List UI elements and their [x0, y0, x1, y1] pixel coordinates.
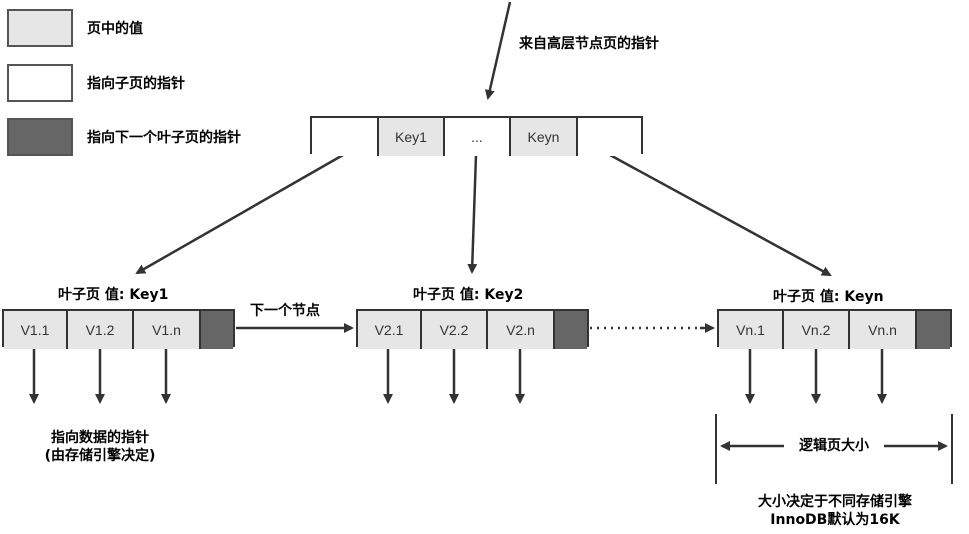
btree-diagram: 页中的值 指向子页的指针 指向下一个叶子页的指针 来自高层节点页的指针 Key1…: [0, 0, 969, 534]
root-node: Key1 ... Keyn: [310, 116, 643, 156]
leaf2-value: V2.n: [488, 311, 555, 349]
leafn-next-pointer: [917, 311, 950, 349]
root-to-leaf2-arrow: [467, 154, 478, 274]
data-pointer-label: 指向数据的指针: [51, 430, 149, 446]
leaf2-next-pointer: [555, 311, 587, 349]
leaf2-title: 叶子页 值: Key2: [413, 287, 524, 303]
page-size-note: 大小决定于不同存储引擎: [758, 494, 912, 510]
leaf1-next-pointer: [201, 311, 233, 349]
incoming-pointer-label: 来自高层节点页的指针: [519, 36, 659, 52]
root-to-leaf1-arrow: [135, 153, 344, 275]
leafn-value: Vn.1: [719, 311, 784, 349]
root-cell-pointer-end: [578, 118, 641, 156]
leaf1-value: V1.n: [134, 311, 201, 349]
leaf2-value: V2.2: [422, 311, 488, 349]
leafn-title: 叶子页 值: Keyn: [773, 289, 884, 305]
leaf1-value: V1.1: [4, 311, 68, 349]
root-to-leafn-arrow: [609, 153, 832, 277]
root-cell-key1: Key1: [379, 118, 445, 156]
root-cell-keyn: Keyn: [511, 118, 578, 156]
page-size-note-innodb: InnoDB默认为16K: [770, 512, 900, 528]
incoming-pointer-arrow: [484, 1, 512, 100]
leaf-page-2: V2.1 V2.2 V2.n: [356, 309, 589, 349]
leaf2-value: V2.1: [358, 311, 422, 349]
data-pointer-sublabel: (由存储引擎决定): [44, 448, 156, 464]
leaf1-value: V1.2: [68, 311, 134, 349]
leaf-page-n: Vn.1 Vn.2 Vn.n: [717, 309, 952, 349]
root-cell-ellipsis: ...: [445, 118, 511, 156]
next-node-label: 下一个节点: [250, 303, 320, 319]
page-size-label: 逻辑页大小: [799, 438, 869, 454]
leaf-page-1: V1.1 V1.2 V1.n: [2, 309, 235, 349]
leaf1-title: 叶子页 值: Key1: [58, 287, 169, 303]
leafn-value: Vn.2: [784, 311, 850, 349]
leafn-value: Vn.n: [850, 311, 917, 349]
root-cell-pointer: [312, 118, 379, 156]
